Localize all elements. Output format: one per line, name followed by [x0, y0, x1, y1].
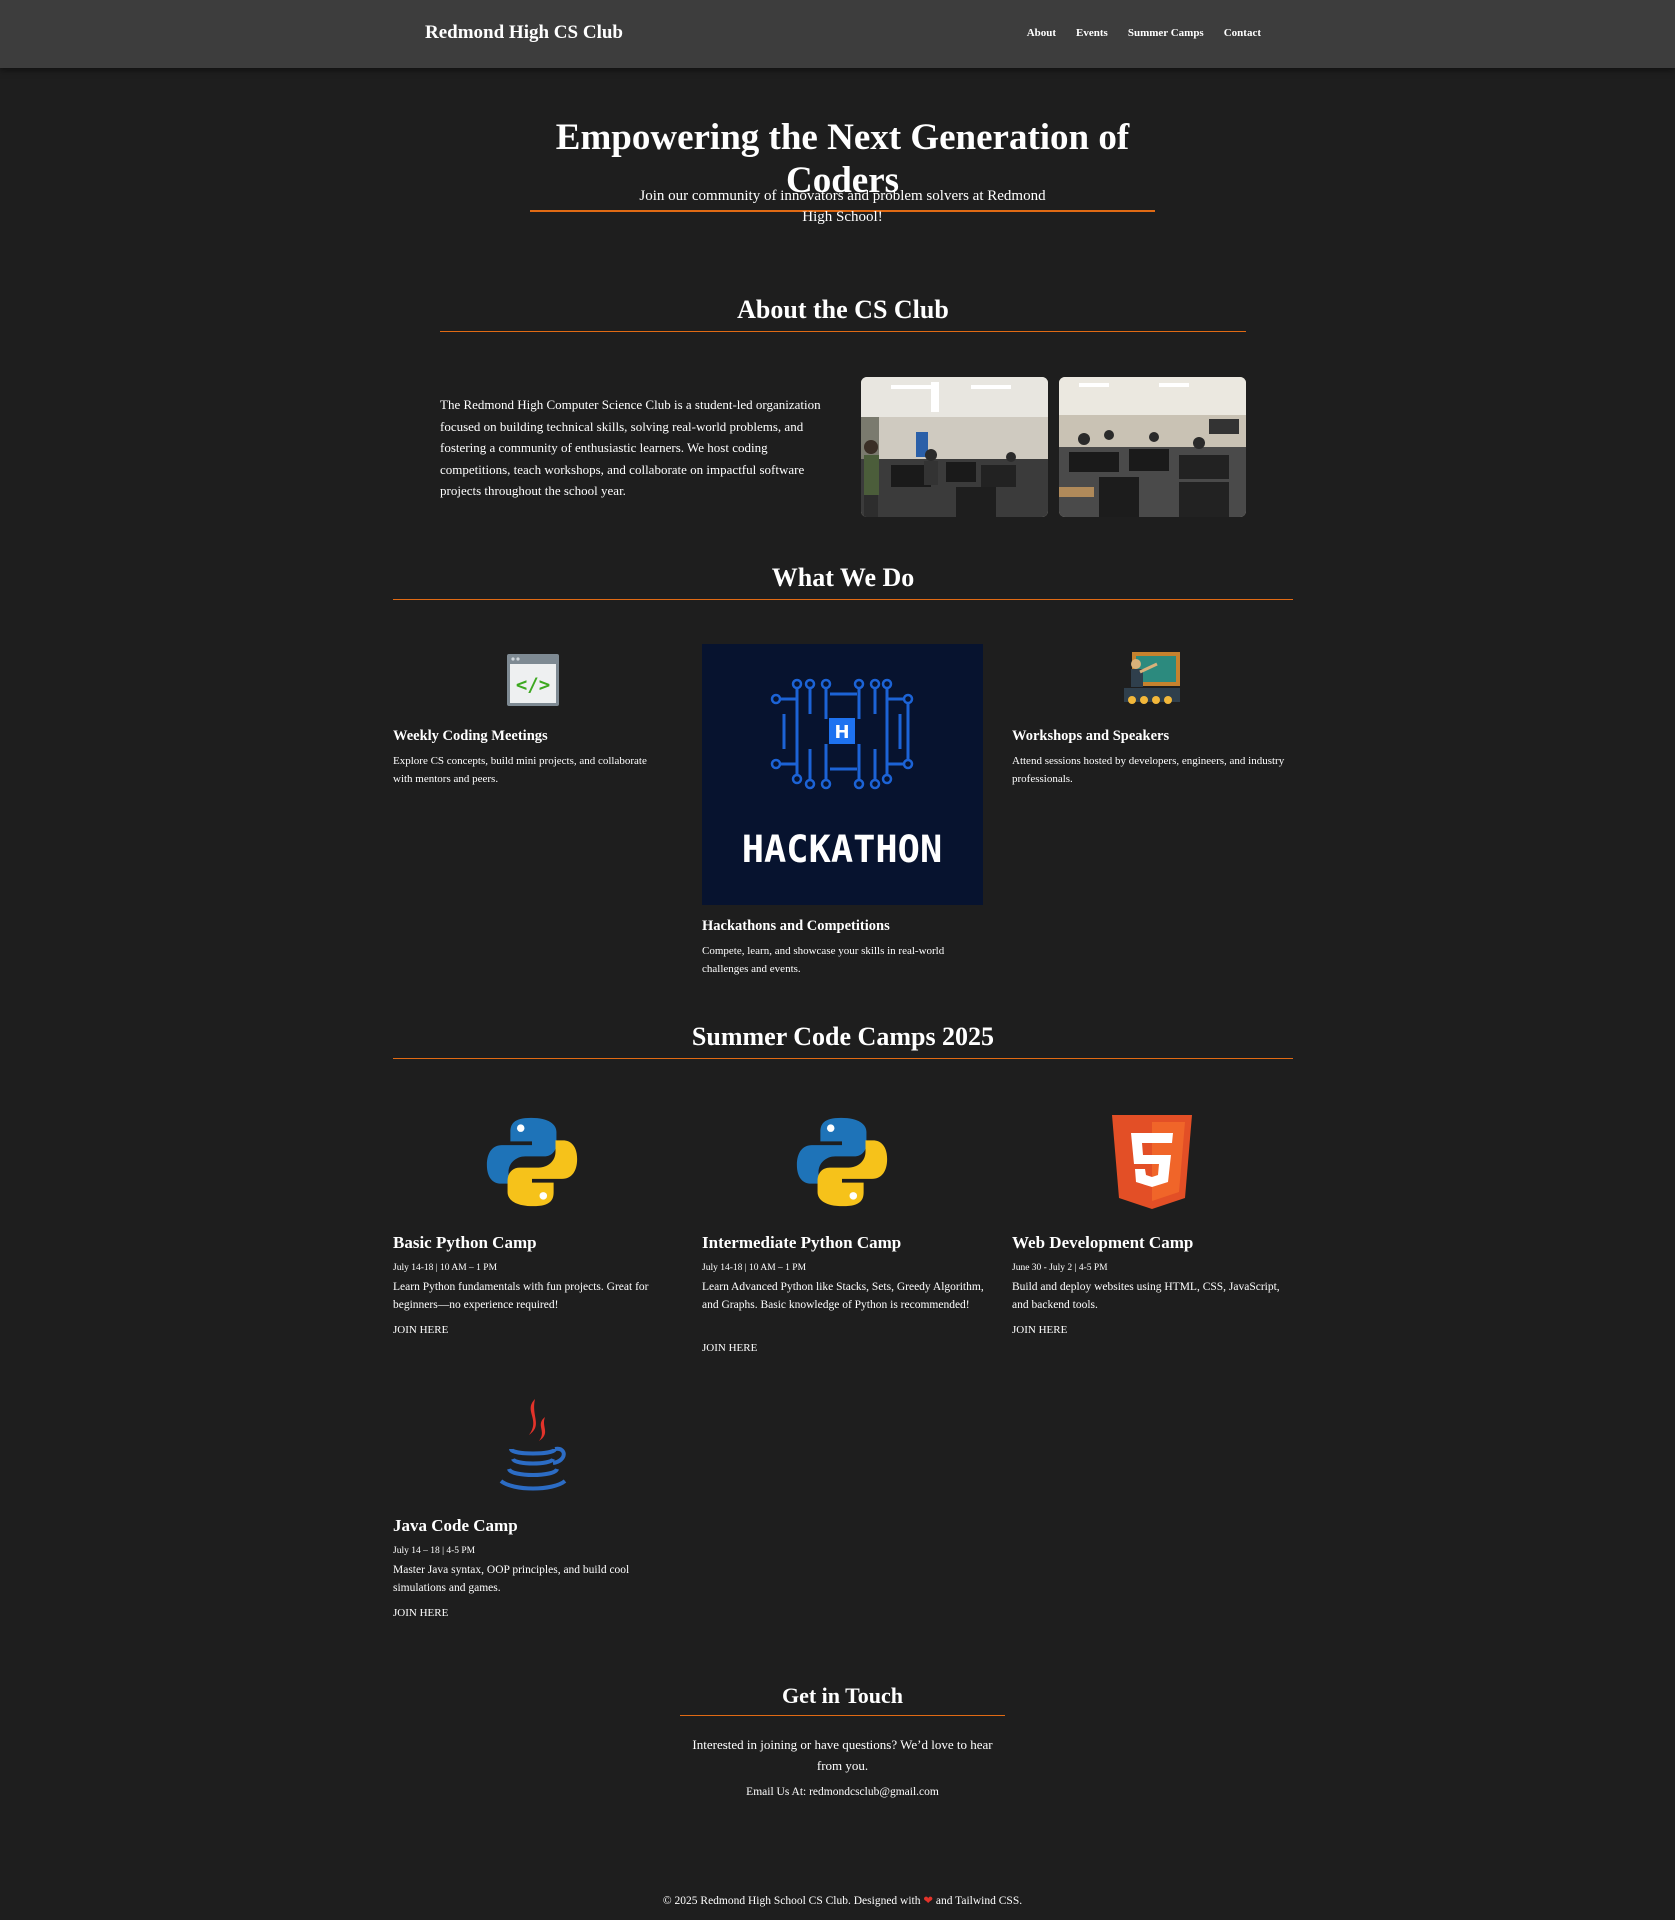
hero-subtitle: Join our community of innovators and pro… [639, 188, 1046, 225]
join-link-java[interactable]: JOIN HERE [393, 1607, 448, 1619]
card-desc-workshops: Attend sessions hosted by developers, en… [1012, 755, 1285, 785]
camp-date-java: July 14 – 18 | 4-5 PM [393, 1546, 476, 1556]
card-title-hackathons: Hackathons and Competitions [702, 918, 890, 934]
contact-email[interactable]: Email Us At: redmondcsclub@gmail.com [600, 1786, 1085, 1798]
camp-date-intermediate-python: July 14-18 | 10 AM – 1 PM [702, 1263, 807, 1273]
heart-icon: ❤ [923, 1895, 934, 1907]
contact-title: Get in Touch [680, 1683, 1005, 1716]
camp-date-basic-python: July 14-18 | 10 AM – 1 PM [393, 1263, 498, 1273]
hackathon-image-text: HACKATHON [742, 828, 942, 871]
camp-title-java: Java Code Camp [393, 1516, 518, 1535]
card-title-workshops: Workshops and Speakers [1012, 728, 1170, 744]
camp-desc-basic-python: Learn Python fundamentals with fun proje… [393, 1281, 649, 1311]
hackathon-image: H HACKATHON [702, 644, 983, 905]
svg-text:H: H [834, 722, 849, 743]
svg-text:</>: </> [516, 674, 550, 696]
nav-link-contact[interactable]: Contact [1224, 27, 1261, 39]
nav-links: About Events Summer Camps Contact [1027, 27, 1261, 39]
camp-title-web-dev: Web Development Camp [1012, 1233, 1194, 1252]
join-link-basic-python[interactable]: JOIN HERE [393, 1324, 448, 1336]
footer-text-post: and Tailwind CSS. [935, 1895, 1023, 1907]
card-desc-hackathons: Compete, learn, and showcase your skills… [702, 945, 945, 975]
camp-title-basic-python: Basic Python Camp [393, 1233, 537, 1252]
presentation-icon [1122, 650, 1182, 708]
python-icon [795, 1115, 889, 1209]
camp-title-intermediate-python: Intermediate Python Camp [702, 1233, 902, 1252]
join-link-intermediate-python[interactable]: JOIN HERE [702, 1342, 757, 1354]
join-link-web-dev[interactable]: JOIN HERE [1012, 1324, 1067, 1336]
camp-date-web-dev: June 30 - July 2 | 4-5 PM [1012, 1263, 1108, 1273]
nav-link-about[interactable]: About [1027, 27, 1056, 39]
nav-link-summer-camps[interactable]: Summer Camps [1128, 27, 1204, 39]
about-text: The Redmond High Computer Science Club i… [440, 397, 821, 498]
contact-text: Interested in joining or have questions?… [692, 1737, 993, 1773]
footer-text-pre: © 2025 Redmond High School CS Club. Desi… [662, 1895, 921, 1907]
camp-desc-intermediate-python: Learn Advanced Python like Stacks, Sets,… [702, 1281, 984, 1311]
code-window-icon: </> [506, 653, 560, 707]
club-photo-2 [1059, 377, 1246, 517]
camp-desc-web-dev: Build and deploy websites using HTML, CS… [1012, 1281, 1280, 1311]
camp-desc-java: Master Java syntax, OOP principles, and … [393, 1564, 630, 1594]
about-title: About the CS Club [440, 295, 1246, 332]
card-desc-weekly: Explore CS concepts, build mini projects… [393, 755, 647, 785]
card-title-weekly: Weekly Coding Meetings [393, 728, 548, 744]
python-icon [485, 1115, 579, 1209]
java-icon [493, 1397, 573, 1495]
footer: © 2025 Redmond High School CS Club. Desi… [500, 1893, 1185, 1907]
camps-title: Summer Code Camps 2025 [393, 1022, 1293, 1059]
navbar: Redmond High CS Club About Events Summer… [0, 0, 1675, 68]
brand-title[interactable]: Redmond High CS Club [425, 22, 623, 44]
html5-icon [1110, 1115, 1194, 1209]
nav-link-events[interactable]: Events [1076, 27, 1108, 39]
what-we-do-title: What We Do [393, 563, 1293, 600]
club-photo-1 [861, 377, 1048, 517]
